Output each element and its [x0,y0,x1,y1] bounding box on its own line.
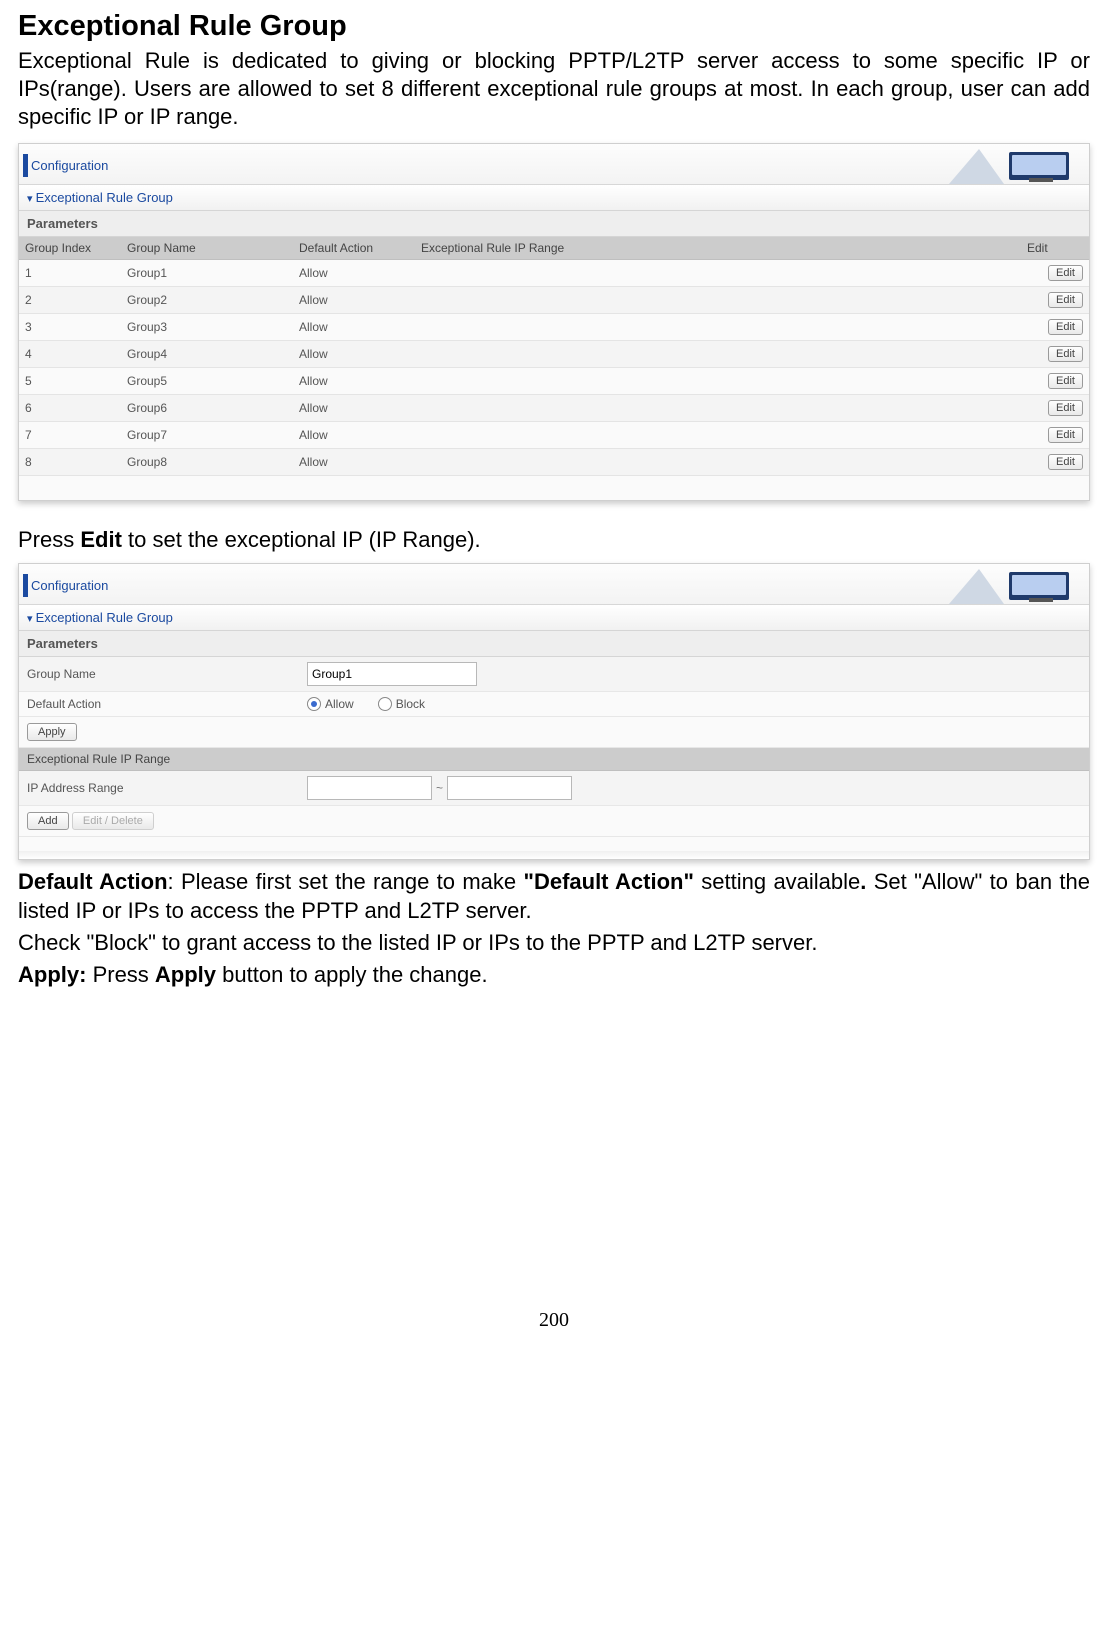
radio-allow[interactable]: Allow [307,697,354,711]
cell-group-name: Group3 [121,314,293,341]
group-table: Group Index Group Name Default Action Ex… [19,237,1089,476]
ip-range-label: IP Address Range [27,781,307,795]
table-row: 7Group7Allow Edit [19,422,1089,449]
page-title: Exceptional Rule Group [18,10,1090,43]
cell-default-action: Allow [293,287,415,314]
cell-group-index: 6 [19,395,121,422]
table-row: 1Group1Allow Edit [19,260,1089,287]
section-header[interactable]: Exceptional Rule Group [19,605,1089,631]
cell-ip-range [415,422,1021,449]
screenshot-group-edit: Configuration Exceptional Rule Group Par… [18,563,1090,860]
edit-button[interactable]: Edit [1048,346,1083,362]
col-group-name: Group Name [121,237,293,260]
cell-group-index: 4 [19,341,121,368]
table-row: 5Group5Allow Edit [19,368,1089,395]
section-header[interactable]: Exceptional Rule Group [19,185,1089,211]
cell-ip-range [415,449,1021,476]
cell-group-name: Group2 [121,287,293,314]
radio-block[interactable]: Block [378,697,425,711]
table-row: 3Group3Allow Edit [19,314,1089,341]
cell-ip-range [415,368,1021,395]
edit-button[interactable]: Edit [1048,427,1083,443]
radio-allow-label: Allow [325,697,354,711]
cell-ip-range [415,341,1021,368]
footer-para-1: Default Action: Please first set the ran… [18,868,1090,924]
ip-range-section-header: Exceptional Rule IP Range [19,748,1089,771]
cell-default-action: Allow [293,422,415,449]
radio-block-label: Block [396,697,425,711]
cell-default-action: Allow [293,260,415,287]
screenshot-group-list: Configuration Exceptional Rule Group Par… [18,143,1090,501]
edit-delete-button: Edit / Delete [72,812,154,830]
edit-button[interactable]: Edit [1048,373,1083,389]
cell-default-action: Allow [293,449,415,476]
group-name-label: Group Name [27,667,307,681]
col-group-index: Group Index [19,237,121,260]
cell-group-name: Group8 [121,449,293,476]
tilde-separator: ~ [436,781,443,795]
cell-group-name: Group6 [121,395,293,422]
page-number: 200 [18,1309,1090,1332]
configuration-tab[interactable]: Configuration [23,152,116,179]
edit-button[interactable]: Edit [1048,400,1083,416]
cell-group-name: Group1 [121,260,293,287]
cell-ip-range [415,260,1021,287]
cell-default-action: Allow [293,395,415,422]
cell-group-index: 1 [19,260,121,287]
footer-para-2: Check "Block" to grant access to the lis… [18,929,1090,957]
cell-group-index: 5 [19,368,121,395]
cell-ip-range [415,314,1021,341]
table-row: 4Group4Allow Edit [19,341,1089,368]
footer-para-3: Apply: Press Apply button to apply the c… [18,961,1090,989]
cell-group-index: 2 [19,287,121,314]
cell-group-index: 7 [19,422,121,449]
cell-default-action: Allow [293,368,415,395]
group-name-input[interactable] [307,662,477,686]
default-action-label: Default Action [27,697,307,711]
cell-group-name: Group5 [121,368,293,395]
parameters-header: Parameters [19,631,1089,657]
col-edit: Edit [1021,237,1089,260]
header-decoration [949,144,1089,184]
edit-button[interactable]: Edit [1048,292,1083,308]
ip-to-input[interactable] [447,776,572,800]
table-row: 6Group6Allow Edit [19,395,1089,422]
table-row: 8Group8Allow Edit [19,449,1089,476]
intro-text: Exceptional Rule is dedicated to giving … [18,47,1090,131]
col-ip-range: Exceptional Rule IP Range [415,237,1021,260]
header-decoration [949,564,1089,604]
cell-ip-range [415,395,1021,422]
add-button[interactable]: Add [27,812,69,830]
mid-instruction: Press Edit to set the exceptional IP (IP… [18,527,1090,553]
configuration-tab[interactable]: Configuration [23,572,116,599]
cell-group-name: Group7 [121,422,293,449]
table-row: 2Group2Allow Edit [19,287,1089,314]
cell-default-action: Allow [293,341,415,368]
cell-group-index: 3 [19,314,121,341]
col-default-action: Default Action [293,237,415,260]
ip-from-input[interactable] [307,776,432,800]
parameters-header: Parameters [19,211,1089,237]
cell-group-name: Group4 [121,341,293,368]
edit-button[interactable]: Edit [1048,454,1083,470]
cell-group-index: 8 [19,449,121,476]
cell-ip-range [415,287,1021,314]
edit-button[interactable]: Edit [1048,319,1083,335]
apply-button[interactable]: Apply [27,723,77,741]
edit-button[interactable]: Edit [1048,265,1083,281]
cell-default-action: Allow [293,314,415,341]
